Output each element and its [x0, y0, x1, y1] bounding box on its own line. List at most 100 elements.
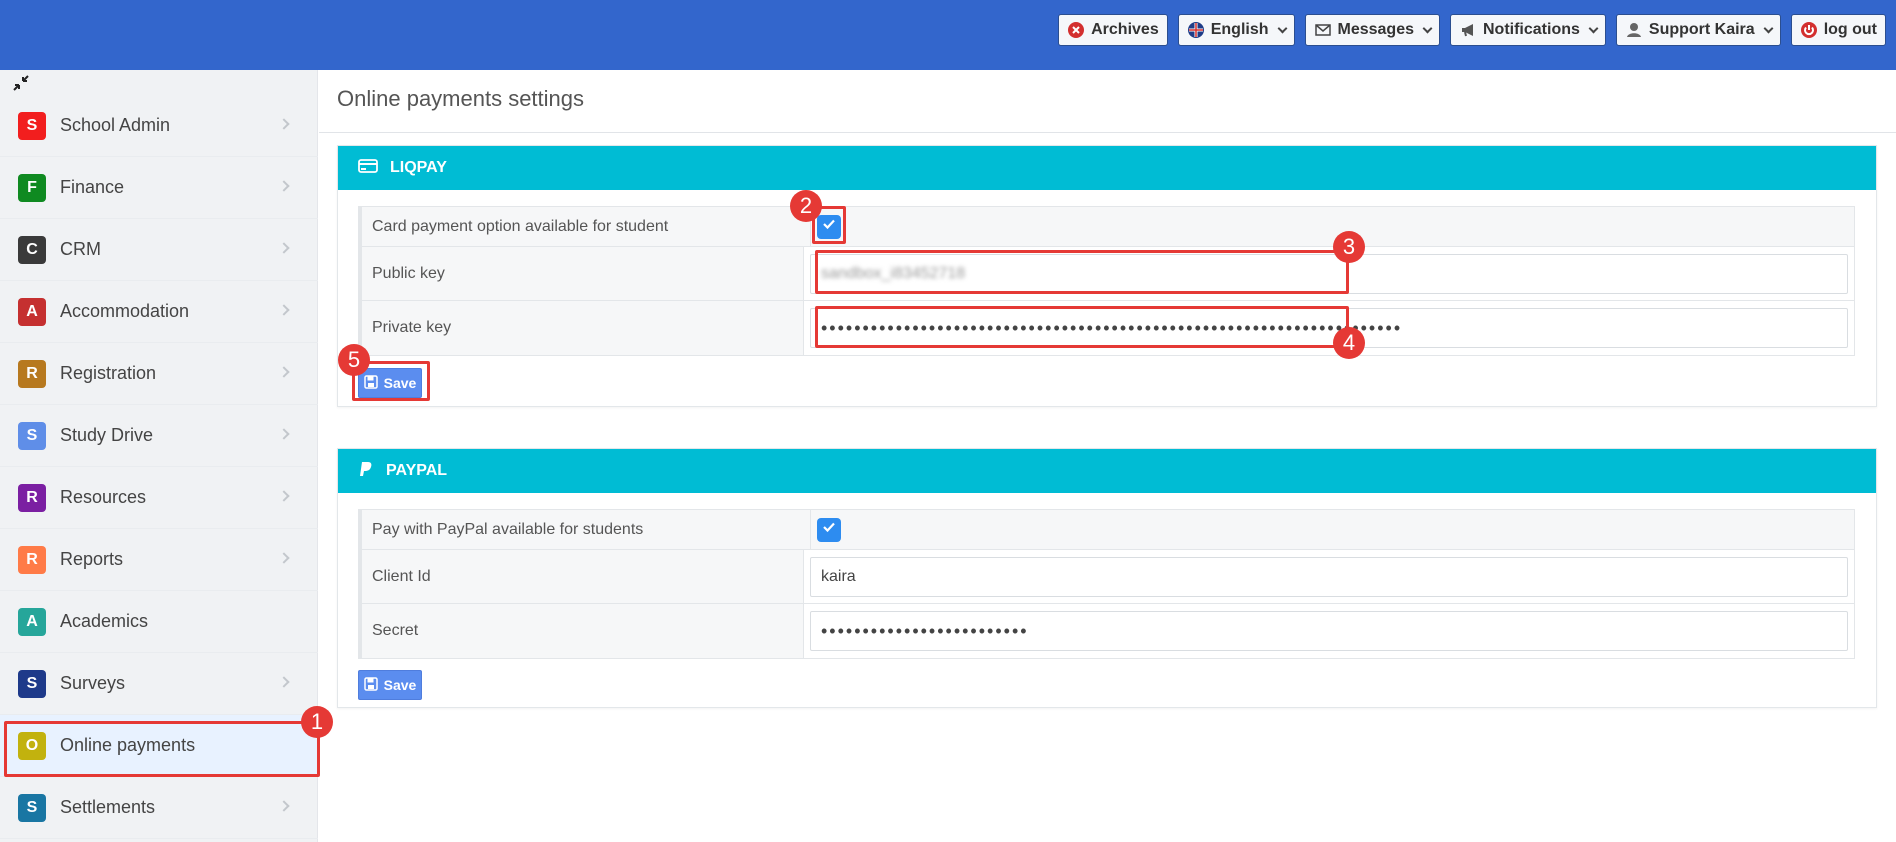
- title-divider: [319, 132, 1896, 133]
- messages-dropdown[interactable]: Messages: [1304, 14, 1440, 46]
- sidebar-item-label: Online payments: [60, 735, 196, 755]
- sidebar-item-label: Finance: [60, 177, 125, 197]
- private-key-row: Private key ••••••••••••••••••••••••••••…: [362, 301, 1854, 355]
- paypal-save-button[interactable]: Save: [358, 670, 422, 700]
- paypal-settings-table: Pay with PayPal available for students C…: [358, 509, 1855, 659]
- user-icon: [1625, 21, 1643, 39]
- sidebar-item-label: Surveys: [60, 673, 126, 693]
- sidebar-item-label: Settlements: [60, 797, 156, 817]
- chevron-right-icon: [278, 304, 290, 316]
- liqpay-title: LIQPAY: [390, 159, 447, 176]
- sidebar-item[interactable]: F Finance: [0, 157, 318, 219]
- client-id-input[interactable]: kaira: [810, 556, 1848, 597]
- annotation-marker-3: 3: [1333, 231, 1365, 263]
- sidebar-item-badge: S: [18, 669, 46, 698]
- sidebar-item[interactable]: S Settlements: [0, 777, 318, 839]
- sidebar-item[interactable]: S Surveys: [0, 653, 318, 715]
- sidebar-item[interactable]: O Online payments: [0, 715, 318, 777]
- chevron-right-icon: [278, 366, 290, 378]
- logout-label: log out: [1823, 21, 1877, 38]
- sidebar-item[interactable]: A Academics: [0, 591, 318, 653]
- notifications-label: Notifications: [1483, 21, 1580, 38]
- secret-input[interactable]: •••••••••••••••••••••••••: [810, 611, 1848, 651]
- paypal-header: PAYPAL: [338, 449, 1876, 493]
- secret-label: Secret: [362, 604, 804, 658]
- credit-card-icon: [358, 158, 390, 179]
- archives-button[interactable]: Archives: [1058, 14, 1168, 46]
- chevron-right-icon: [278, 490, 290, 502]
- sidebar-item-label: CRM: [60, 239, 101, 259]
- paypal-option-row: Pay with PayPal available for students: [362, 510, 1854, 550]
- sidebar-item-badge: R: [18, 545, 46, 574]
- sidebar-item-badge: R: [18, 483, 46, 512]
- liqpay-save-label: Save: [383, 375, 417, 391]
- sidebar-item-badge: C: [18, 235, 46, 264]
- chevron-right-icon: [278, 552, 290, 564]
- sidebar-item[interactable]: R Resources: [0, 467, 318, 529]
- card-option-row: Card payment option available for studen…: [362, 207, 1854, 247]
- logout-button[interactable]: log out: [1790, 14, 1886, 46]
- card-option-checkbox[interactable]: [817, 214, 841, 239]
- language-label: English: [1210, 21, 1269, 38]
- sidebar-menu: S School Admin F Finance C CRM A Accommodation R…: [0, 95, 318, 839]
- sidebar-item[interactable]: A Accommodation: [0, 281, 318, 343]
- sidebar-item-badge: O: [18, 731, 46, 760]
- paypal-title: PAYPAL: [386, 462, 448, 479]
- public-key-value: sandbox_i83452718: [821, 264, 966, 282]
- chevron-right-icon: [278, 180, 290, 192]
- check-icon: [821, 216, 837, 237]
- sidebar-item-label: Academics: [60, 611, 149, 631]
- chevron-right-icon: [278, 428, 290, 440]
- chevron-right-icon: [278, 242, 290, 254]
- sidebar-item-label: Reports: [60, 549, 124, 569]
- paypal-option-cell: [811, 510, 1854, 549]
- liqpay-save-button[interactable]: Save: [358, 368, 422, 398]
- sidebar-item-badge: F: [18, 173, 46, 202]
- sidebar-item[interactable]: R Reports: [0, 529, 318, 591]
- sidebar-item[interactable]: S School Admin: [0, 95, 318, 157]
- client-id-label: Client Id: [362, 550, 804, 603]
- sidebar-item[interactable]: S Study Drive: [0, 405, 318, 467]
- sidebar-item-badge: A: [18, 607, 46, 636]
- annotation-marker-4: 4: [1333, 327, 1365, 359]
- sidebar-item[interactable]: C CRM: [0, 219, 318, 281]
- language-dropdown[interactable]: English: [1177, 14, 1295, 46]
- sidebar-item-badge: S: [18, 111, 46, 140]
- chevron-down-icon: [1422, 23, 1433, 33]
- public-key-input[interactable]: sandbox_i83452718: [810, 253, 1848, 294]
- uk-flag-icon: [1187, 21, 1205, 39]
- secret-row: Secret •••••••••••••••••••••••••: [362, 604, 1854, 658]
- public-key-row: Public key sandbox_i83452718: [362, 247, 1854, 301]
- floppy-disk-icon: [363, 374, 378, 392]
- chevron-down-icon: [1588, 23, 1599, 33]
- private-key-cell: ••••••••••••••••••••••••••••••••••••••••…: [804, 301, 1854, 355]
- sidebar-item-label: Study Drive: [60, 425, 154, 445]
- client-id-row: Client Id kaira: [362, 550, 1854, 604]
- page-title: Online payments settings: [337, 86, 585, 111]
- secret-cell: •••••••••••••••••••••••••: [804, 604, 1854, 658]
- envelope-icon: [1314, 21, 1332, 39]
- private-key-input[interactable]: ••••••••••••••••••••••••••••••••••••••••…: [810, 308, 1848, 348]
- paypal-save-label: Save: [383, 677, 417, 693]
- chevron-right-icon: [278, 118, 290, 130]
- paypal-option-label: Pay with PayPal available for students: [362, 510, 811, 549]
- liqpay-settings-table: Card payment option available for studen…: [358, 206, 1855, 356]
- liqpay-header: LIQPAY: [338, 146, 1876, 190]
- annotation-marker-2: 2: [790, 190, 822, 222]
- chevron-down-icon: [1277, 23, 1287, 33]
- notifications-dropdown[interactable]: Notifications: [1450, 14, 1606, 46]
- sidebar-item-badge: R: [18, 359, 46, 388]
- liqpay-card: LIQPAY Card payment option available for…: [337, 145, 1877, 407]
- paypal-option-checkbox[interactable]: [817, 517, 841, 542]
- sidebar-item-label: School Admin: [60, 115, 171, 135]
- annotation-marker-1: 1: [301, 706, 333, 738]
- public-key-label: Public key: [362, 247, 804, 300]
- sidebar: S School Admin F Finance C CRM A Accommodation R…: [0, 70, 318, 842]
- private-key-label: Private key: [362, 301, 804, 355]
- x-circle-icon: [1067, 21, 1085, 39]
- top-navigation-bar: Archives English Messages Notifications: [0, 0, 1896, 70]
- user-menu-dropdown[interactable]: Support Kaira: [1615, 14, 1781, 46]
- sidebar-item-label: Accommodation: [60, 301, 190, 321]
- collapse-sidebar-icon[interactable]: [10, 72, 32, 94]
- sidebar-item[interactable]: R Registration: [0, 343, 318, 405]
